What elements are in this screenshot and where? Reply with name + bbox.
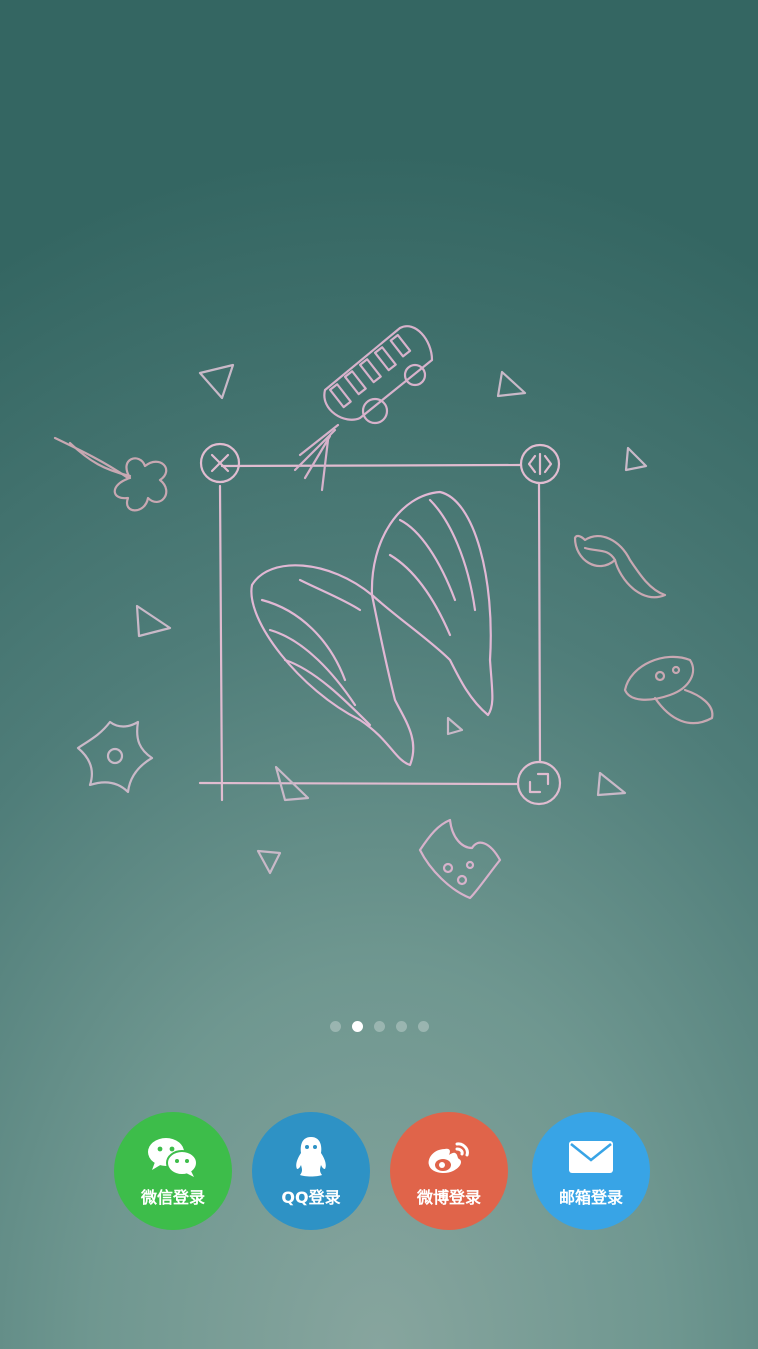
page-dot[interactable]: [417, 1021, 429, 1032]
weibo-login-label: 微博登录: [416, 1188, 481, 1207]
close-icon: [199, 442, 241, 484]
page-dot[interactable]: [395, 1021, 407, 1032]
wechat-login-button[interactable]: 微信登录: [114, 1112, 232, 1230]
login-screen: 微信登录 QQ登录 微博登录 邮箱登录: [0, 0, 758, 1349]
mushroom-icon: [623, 655, 714, 725]
weibo-login-button[interactable]: 微博登录: [390, 1112, 508, 1230]
triangle-icon: [135, 363, 648, 875]
qq-login-label: QQ登录: [281, 1188, 341, 1207]
weibo-icon: [390, 1132, 508, 1182]
qq-login-button[interactable]: QQ登录: [252, 1112, 370, 1230]
wechat-icon: [114, 1132, 232, 1182]
page-dot[interactable]: [329, 1021, 341, 1032]
email-login-label: 邮箱登录: [558, 1188, 623, 1207]
flower-icon: [76, 720, 154, 794]
page-indicator: [0, 1021, 758, 1033]
email-login-button[interactable]: 邮箱登录: [532, 1112, 650, 1230]
flip-icon: [519, 443, 561, 485]
wechat-login-label: 微信登录: [140, 1188, 205, 1207]
page-dot-active[interactable]: [351, 1021, 363, 1032]
moustache-icon: [573, 534, 667, 599]
crop-frame-icon: [198, 463, 542, 802]
envelope-icon: [532, 1132, 650, 1182]
resize-icon: [516, 760, 562, 806]
page-dot[interactable]: [373, 1021, 385, 1032]
crown-icon: [418, 818, 502, 900]
clover-icon: [53, 436, 168, 512]
qq-penguin-icon: [252, 1132, 370, 1182]
